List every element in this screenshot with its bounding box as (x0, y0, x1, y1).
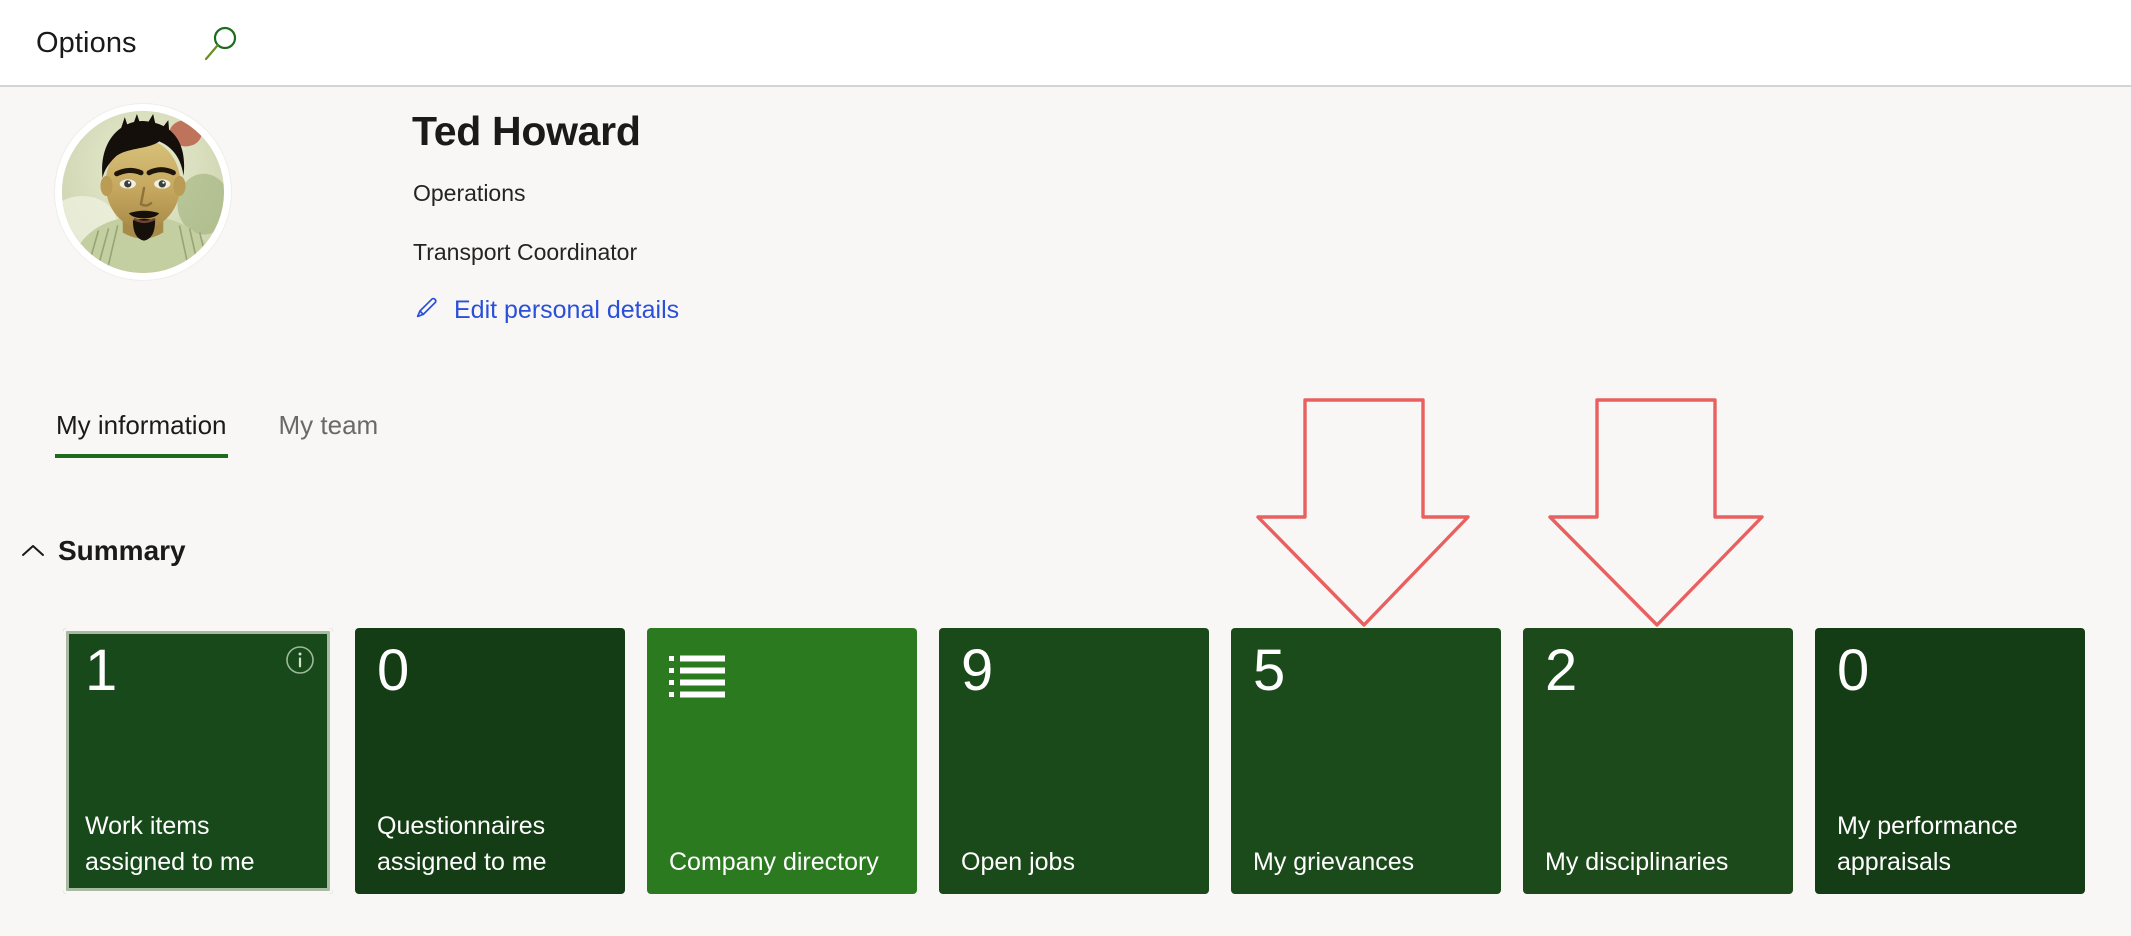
tile-count: 2 (1545, 638, 1578, 703)
tile-my-performance-appraisals[interactable]: 0 My performance appraisals (1815, 628, 2085, 894)
list-icon (669, 654, 731, 702)
edit-personal-details-link[interactable]: Edit personal details (412, 290, 679, 330)
tab-my-team[interactable]: My team (278, 410, 380, 458)
search-icon[interactable] (198, 22, 244, 68)
profile-department: Operations (413, 180, 526, 206)
tile-open-jobs[interactable]: 9 Open jobs (939, 628, 1209, 894)
profile-job-title: Transport Coordinator (413, 239, 638, 265)
top-command-bar: Options (0, 0, 2131, 87)
tile-my-disciplinaries[interactable]: 2 My disciplinaries (1523, 628, 1793, 894)
tile-label: My disciplinaries (1545, 847, 1729, 876)
tile-label: Questionnaires assigned to me (377, 812, 547, 876)
tile-count: 0 (377, 638, 410, 703)
options-button[interactable]: Options (30, 24, 143, 63)
tile-label: Company directory (669, 847, 879, 876)
summary-title: Summary (58, 535, 186, 566)
tab-my-information[interactable]: My information (55, 410, 228, 458)
summary-section-header[interactable]: Summary (20, 535, 186, 567)
tile-label: Open jobs (961, 847, 1075, 876)
arrow-to-my-disciplinaries (1548, 398, 1764, 627)
tile-count: 9 (961, 638, 994, 703)
tile-my-grievances[interactable]: 5 My grievances (1231, 628, 1501, 894)
tile-label: Work items assigned to me (85, 812, 255, 876)
page-title: Ted Howard (412, 108, 641, 154)
tile-count: 0 (1837, 638, 1870, 703)
tile-label: My grievances (1253, 847, 1415, 876)
summary-tiles: 1 Work items assigned to me 0 Questionna… (63, 628, 2085, 894)
edit-personal-details-label: Edit personal details (454, 295, 680, 324)
tile-label: My performance appraisals (1837, 812, 2018, 876)
tile-company-directory[interactable]: Company directory (647, 628, 917, 894)
arrow-to-my-grievances (1256, 398, 1470, 627)
pencil-icon (412, 294, 440, 327)
tile-work-items-assigned-to-me[interactable]: 1 Work items assigned to me (63, 628, 333, 894)
tab-bar: My information My team (55, 410, 379, 458)
chevron-up-icon (20, 542, 46, 560)
tile-questionnaires-assigned-to-me[interactable]: 0 Questionnaires assigned to me (355, 628, 625, 894)
tile-count: 5 (1253, 638, 1286, 703)
tile-count: 1 (85, 638, 118, 703)
avatar[interactable] (55, 104, 231, 280)
info-icon[interactable] (285, 645, 315, 675)
